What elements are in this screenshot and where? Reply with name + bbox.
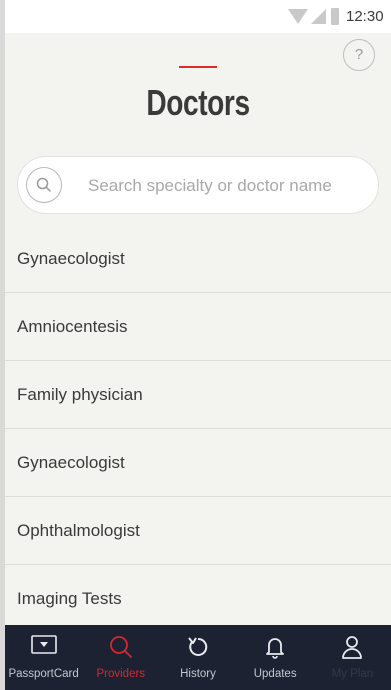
list-item[interactable]: Family physician xyxy=(5,361,391,429)
tab-label: Providers xyxy=(96,668,146,680)
list-item[interactable]: Gynaecologist xyxy=(5,429,391,497)
bottom-tab-bar: PassportCard Providers History Updates M… xyxy=(5,625,391,690)
tab-history[interactable]: History xyxy=(159,625,236,690)
user-icon xyxy=(341,635,363,662)
help-button[interactable]: ? xyxy=(343,39,375,71)
title-accent-line xyxy=(179,66,217,68)
status-time: 12:30 xyxy=(346,8,384,25)
list-item[interactable]: Ophthalmologist xyxy=(5,497,391,565)
app-screen: 12:30 ? Doctors Gynaecologist Amniocente… xyxy=(5,0,391,690)
list-item[interactable]: Imaging Tests xyxy=(5,565,391,633)
card-icon xyxy=(30,635,57,658)
battery-icon xyxy=(331,8,339,25)
list-item[interactable]: Amniocentesis xyxy=(5,293,391,361)
status-bar: 12:30 xyxy=(5,0,391,33)
search-input[interactable] xyxy=(86,171,370,201)
tab-passportcard[interactable]: PassportCard xyxy=(5,625,82,690)
bell-icon xyxy=(264,635,286,662)
page-title: Doctors xyxy=(146,82,250,123)
doctor-specialty-list: Gynaecologist Amniocentesis Family physi… xyxy=(5,226,391,633)
search-bar[interactable] xyxy=(17,156,379,214)
tab-label: My Plan xyxy=(331,668,374,680)
history-icon xyxy=(186,635,210,662)
tab-label: Updates xyxy=(253,668,297,680)
signal-icon xyxy=(311,9,326,24)
list-item[interactable]: Gynaecologist xyxy=(5,226,391,293)
tab-updates[interactable]: Updates xyxy=(237,625,314,690)
search-icon xyxy=(109,635,133,662)
wifi-icon xyxy=(288,9,308,24)
tab-label: History xyxy=(180,668,216,680)
tab-providers[interactable]: Providers xyxy=(82,625,159,690)
tab-my-plan[interactable]: My Plan xyxy=(314,625,391,690)
search-icon[interactable] xyxy=(26,167,62,203)
tab-label: PassportCard xyxy=(8,668,79,680)
